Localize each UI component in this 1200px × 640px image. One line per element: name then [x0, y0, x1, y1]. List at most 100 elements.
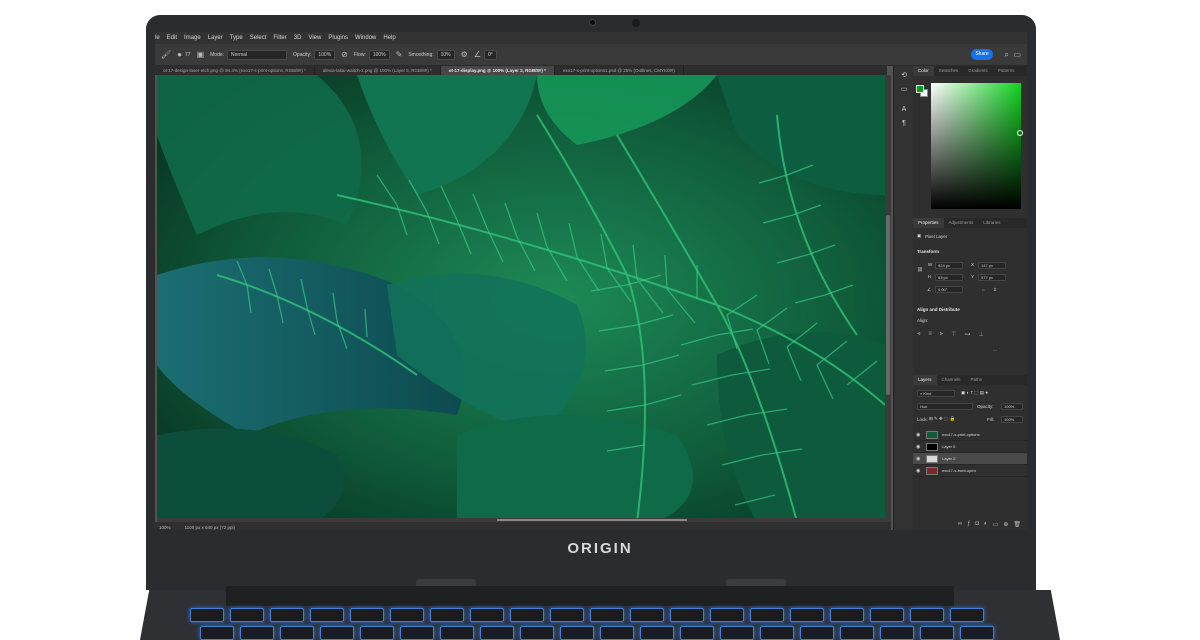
x-field[interactable]: 147 px [978, 262, 1006, 269]
history-icon[interactable]: ⟲ [900, 72, 908, 80]
tab-layers[interactable]: Layers [913, 375, 937, 385]
align-right-icon[interactable]: ⫸ [940, 331, 943, 338]
align-left-icon[interactable]: ⫷ [917, 331, 920, 338]
character-icon[interactable]: A [900, 106, 908, 114]
angle-field[interactable]: 0° [483, 49, 497, 60]
adjustment-layer-icon[interactable]: ◐ [984, 521, 988, 527]
menu-select[interactable]: Select [250, 35, 267, 41]
layers-footer: ∞ ƒ ◘ ◐ ▭ ⊕ 🗑 [913, 518, 1027, 530]
brush-tool-icon[interactable]: 🖌 [161, 50, 171, 59]
new-layer-icon[interactable]: ⊕ [1003, 521, 1008, 528]
layer-style-icon[interactable]: ƒ [967, 521, 970, 527]
align-section-title[interactable]: Align and Distribute [917, 307, 960, 312]
opacity-field[interactable]: 100% [314, 49, 336, 60]
align-center-h-icon[interactable]: ≡ [928, 331, 932, 338]
paragraph-icon[interactable]: ¶ [900, 120, 908, 128]
layer-row[interactable]: ◉ Layer 5 [913, 441, 1027, 453]
keyboard-key [230, 608, 264, 622]
canvas-vertical-scrollbar[interactable] [885, 75, 891, 522]
menu-filter[interactable]: Filter [273, 35, 286, 41]
layer-kind-filter[interactable]: ⌕ Kind [917, 390, 955, 397]
document-canvas[interactable] [157, 75, 885, 522]
search-icon[interactable]: ⌕ [1005, 50, 1009, 60]
more-align-options[interactable]: ... [993, 347, 997, 352]
transform-section-title[interactable]: Transform [917, 249, 939, 254]
menu-3d[interactable]: 3D [294, 35, 302, 41]
color-picker-cursor[interactable] [1017, 130, 1023, 136]
link-dimensions-icon[interactable]: ⛓ [917, 267, 923, 273]
height-field[interactable]: 63 px [935, 274, 963, 281]
lock-icons[interactable]: ⊞ ✎ ✥ ⬚ 🔒 [929, 416, 955, 422]
tab-libraries[interactable]: Libraries [978, 218, 1005, 228]
angle-control: ∠ 0° [474, 49, 497, 60]
doc-tab-active[interactable]: ot-17-display.png @ 100% (Layer 2, RGB/8… [440, 66, 555, 75]
tab-color[interactable]: Color [913, 66, 934, 76]
doc-tab[interactable]: alexia-lakai-waitch-2.png @ 100% (Layer … [315, 66, 441, 75]
keyboard-key [510, 608, 544, 622]
color-picker-field[interactable] [931, 83, 1021, 209]
menu-file[interactable]: le [155, 35, 160, 41]
menu-plugins[interactable]: Plugins [328, 35, 348, 41]
menu-type[interactable]: Type [230, 35, 243, 41]
tab-patterns[interactable]: Patterns [993, 66, 1020, 76]
zoom-level[interactable]: 100% [159, 525, 171, 530]
visibility-eye-icon[interactable]: ◉ [916, 432, 922, 438]
layers-panel-tabs: Layers Channels Paths [913, 375, 1027, 385]
menu-layer[interactable]: Layer [208, 35, 223, 41]
menu-help[interactable]: Help [383, 35, 395, 41]
align-top-icon[interactable]: ⊤ [951, 331, 956, 338]
layer-row-selected[interactable]: ◉ Layer 2 [913, 453, 1027, 465]
brush-preset-picker[interactable]: ● 77 [177, 50, 190, 59]
layer-filter-icons[interactable]: ▣ ◐ T ⬚ ▤ ● [961, 390, 988, 396]
brush-settings-icon[interactable]: ▣ [197, 50, 205, 59]
tab-gradients[interactable]: Gradients [963, 66, 993, 76]
visibility-eye-icon[interactable]: ◉ [916, 456, 922, 462]
doc-tab[interactable]: ot-17-design-laser-etch.png @ 94.4% (exo… [155, 66, 315, 75]
flow-label: Flow: [353, 51, 366, 58]
mode-select[interactable]: Normal [227, 49, 288, 60]
tab-paths[interactable]: Paths [966, 375, 988, 385]
keyboard-key [390, 608, 424, 622]
tab-adjustments[interactable]: Adjustments [944, 218, 979, 228]
align-middle-v-icon[interactable]: ⊶ [965, 331, 971, 338]
layer-opacity-field[interactable]: 100% [1001, 403, 1023, 410]
y-field[interactable]: 577 px [978, 274, 1006, 281]
visibility-eye-icon[interactable]: ◉ [916, 444, 922, 450]
keyboard-key [190, 608, 224, 622]
menu-edit[interactable]: Edit [167, 35, 177, 41]
workspace-icon[interactable]: ▭ [1013, 50, 1021, 59]
menu-view[interactable]: View [308, 35, 321, 41]
menu-window[interactable]: Window [355, 35, 376, 41]
link-layers-icon[interactable]: ∞ [958, 521, 962, 527]
keyboard-key [400, 626, 434, 640]
add-mask-icon[interactable]: ◘ [975, 521, 979, 527]
smoothing-settings-icon[interactable]: ⚙ [461, 50, 468, 59]
blend-mode-select[interactable]: Hue [917, 403, 973, 410]
menu-image[interactable]: Image [184, 35, 201, 41]
tab-properties[interactable]: Properties [913, 218, 944, 228]
layer-row[interactable]: ◉ exo17-s-front-open [913, 465, 1027, 477]
smoothing-field[interactable]: 10% [436, 49, 455, 60]
comments-icon[interactable]: ▭ [900, 86, 908, 94]
layer-row[interactable]: ◉ exo17-s-print-options [913, 429, 1027, 441]
rotation-field[interactable]: 0.00° [935, 286, 963, 293]
tab-swatches[interactable]: Swatches [934, 66, 964, 76]
brush-size: 77 [185, 51, 191, 58]
pressure-opacity-icon[interactable]: ⊘ [341, 50, 348, 59]
x-label: X [971, 262, 975, 267]
keyboard-key [830, 608, 864, 622]
tab-channels[interactable]: Channels [937, 375, 966, 385]
align-bottom-icon[interactable]: ⊥ [979, 331, 984, 338]
width-field[interactable]: 924 px [935, 262, 963, 269]
share-button[interactable]: Share [971, 49, 993, 60]
fill-field[interactable]: 100% [1001, 416, 1023, 423]
visibility-eye-icon[interactable]: ◉ [916, 468, 922, 474]
foreground-color-swatch[interactable] [916, 85, 924, 93]
airbrush-icon[interactable]: ✎ [396, 50, 403, 59]
flip-vertical-icon[interactable]: ⇕ [993, 287, 997, 293]
new-group-icon[interactable]: ▭ [993, 521, 999, 528]
flip-horizontal-icon[interactable]: ⇔ [981, 287, 986, 292]
flow-field[interactable]: 100% [368, 49, 390, 60]
doc-tab[interactable]: exo17-s-print-options1.psd @ 25% (Outlin… [555, 66, 684, 75]
delete-layer-icon[interactable]: 🗑 [1013, 521, 1021, 528]
